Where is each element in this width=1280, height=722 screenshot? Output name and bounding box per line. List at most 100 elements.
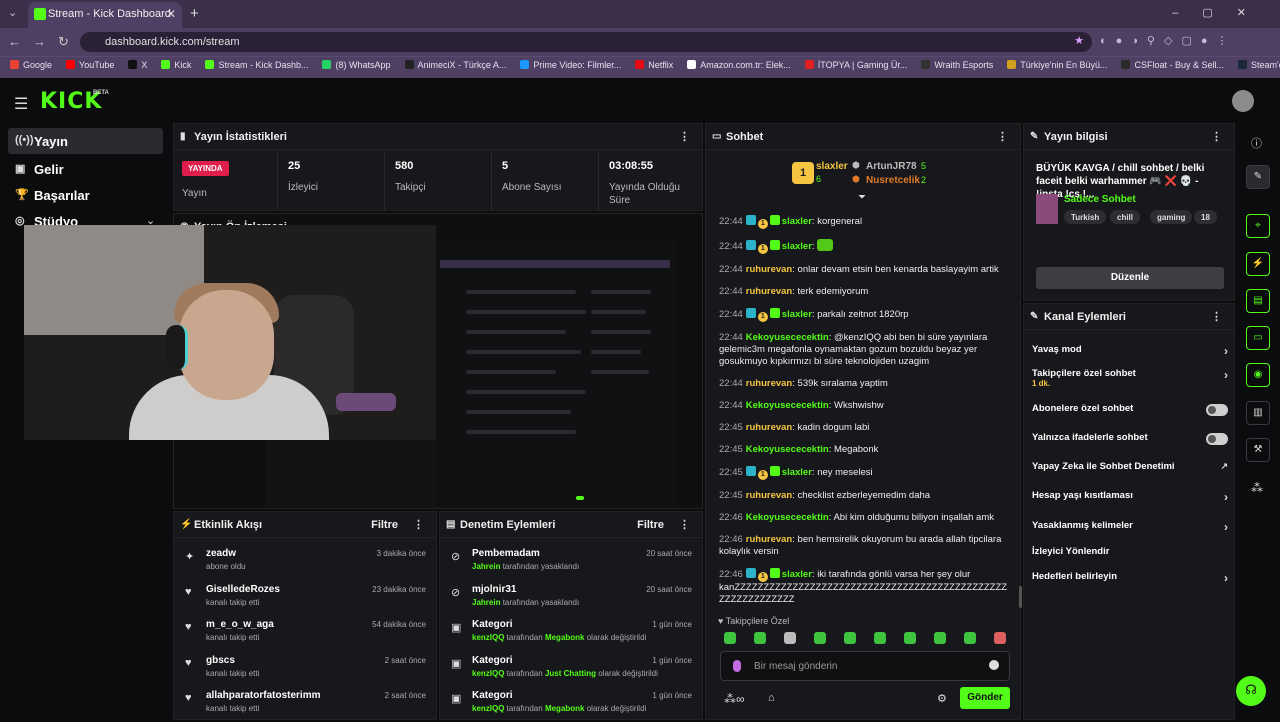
stream-category[interactable]: Sadece Sohbet [1064, 194, 1136, 205]
message-username[interactable]: ruhurevan [746, 534, 792, 545]
chat-scrollbar[interactable] [1019, 586, 1022, 608]
message-username[interactable]: ruhurevan [746, 422, 792, 433]
message-username[interactable]: slaxler [782, 467, 812, 478]
bookmark-item[interactable]: Steam'e Hoş Geldiniz [1238, 60, 1280, 70]
moderator-name[interactable]: kenzIQQ [472, 669, 504, 678]
moderation-subject[interactable]: Kategori [472, 690, 513, 701]
top-gifter-name[interactable]: Nusretcelik [866, 175, 920, 186]
activity-user[interactable]: GiselledeRozes [206, 584, 280, 595]
tab-search-icon[interactable]: ⌄ [8, 6, 17, 19]
toggle-switch[interactable] [1206, 404, 1228, 416]
message-username[interactable]: Kekoyusececektin [746, 400, 829, 411]
shop-icon[interactable]: ⌂ [768, 692, 775, 704]
message-username[interactable]: ruhurevan [746, 490, 792, 501]
emote-icon[interactable] [724, 632, 736, 644]
emote-icon[interactable] [784, 632, 796, 644]
bookmark-item[interactable]: Netflix [635, 60, 673, 70]
message-username[interactable]: ruhurevan [746, 378, 792, 389]
gear-icon[interactable]: ⚙ [937, 692, 947, 705]
moderation-subject[interactable]: mjolnir31 [472, 584, 516, 595]
moderator-name[interactable]: Jahrein [472, 562, 500, 571]
nav-item-yayin[interactable]: ((•)) Yayın [8, 128, 163, 154]
address-bar[interactable]: dashboard.kick.com/stream ★ [80, 32, 1092, 52]
top-gifter-name[interactable]: slaxler [816, 161, 848, 172]
emote-icon[interactable] [904, 632, 916, 644]
bookmark-item[interactable]: İTOPYA | Gaming Ür... [804, 60, 907, 70]
filter-button[interactable]: Filtre [371, 519, 398, 531]
emote-icon[interactable] [994, 632, 1006, 644]
user-avatar[interactable] [1232, 90, 1254, 112]
moderator-name[interactable]: kenzIQQ [472, 633, 504, 642]
channel-action-item[interactable]: Yasaklanmış kelimeler › [1032, 520, 1228, 540]
message-username[interactable]: ruhurevan [746, 264, 792, 275]
bookmark-item[interactable]: Wraith Esports [921, 60, 993, 70]
emote-icon[interactable] [934, 632, 946, 644]
activity-user[interactable]: zeadw [206, 548, 236, 559]
close-tab-icon[interactable]: ✕ [166, 7, 176, 21]
info-icon[interactable]: ⓘ [1251, 135, 1262, 151]
moderation-subject[interactable]: Kategori [472, 655, 513, 666]
bookmark-item[interactable]: YouTube [66, 60, 114, 70]
support-chat-icon[interactable]: ☊ [1236, 676, 1266, 706]
apps-icon[interactable]: ⁂ [1251, 481, 1263, 495]
more-icon[interactable]: ⋮ [679, 130, 690, 143]
channel-action-item[interactable]: Hedefleri belirleyin › [1032, 571, 1228, 591]
wrench-icon[interactable]: ⚒ [1246, 438, 1270, 462]
activity-user[interactable]: gbscs [206, 655, 235, 666]
message-username[interactable]: slaxler [782, 309, 812, 320]
edit-button[interactable]: Düzenle [1036, 267, 1224, 289]
channel-action-item[interactable]: Hesap yaşı kısıtlaması › [1032, 490, 1228, 510]
layout-icon[interactable]: ▥ [1246, 401, 1270, 425]
nav-item-gelir[interactable]: ▣ Gelir [8, 156, 163, 182]
new-tab-icon[interactable]: + [190, 5, 199, 22]
emote-icon[interactable] [844, 632, 856, 644]
target-icon[interactable]: ⌖ [1246, 214, 1270, 238]
channel-action-item[interactable]: Abonelere özel sohbet [1032, 403, 1228, 423]
message-username[interactable]: Kekoyusececektin [746, 444, 829, 455]
channel-action-item[interactable]: Yalnızca ifadelerle sohbet [1032, 432, 1228, 452]
message-username[interactable]: slaxler [782, 216, 812, 227]
more-icon[interactable]: ⋮ [1211, 310, 1222, 323]
category-name[interactable]: Just Chatting [545, 669, 596, 678]
menu-icon[interactable]: ☰ [14, 94, 28, 114]
more-icon[interactable]: ⋮ [679, 518, 690, 531]
more-icon[interactable]: ⋮ [413, 518, 424, 531]
top-gifter-name[interactable]: ArtunJR78 [866, 161, 917, 172]
document-icon[interactable]: ▤ [1246, 289, 1270, 313]
nav-item-basarilar[interactable]: 🏆 Başarılar [8, 182, 163, 208]
bookmark-item[interactable]: Prime Video: Filmler... [520, 60, 621, 70]
broadcast-icon[interactable]: ◉ [1246, 363, 1270, 387]
activity-user[interactable]: m_e_o_w_aga [206, 619, 274, 630]
message-username[interactable]: slaxler [782, 569, 812, 580]
moderator-name[interactable]: Jahrein [472, 598, 500, 607]
pencil-icon[interactable]: ✎ [1246, 165, 1270, 189]
message-username[interactable]: Kekoyusececektin [746, 332, 829, 343]
filter-button[interactable]: Filtre [637, 519, 664, 531]
bookmark-star-icon[interactable]: ★ [1074, 34, 1084, 47]
emote-icon[interactable] [964, 632, 976, 644]
moderation-subject[interactable]: Kategori [472, 619, 513, 630]
extension-icons[interactable]: ◐●◑⚲◇▢●⋮ [1100, 34, 1237, 47]
message-username[interactable]: Kekoyusececektin [746, 512, 829, 523]
kicks-infinity-icon[interactable]: ⁂∞ [724, 692, 745, 706]
send-button[interactable]: Gönder [960, 687, 1010, 709]
bookmark-item[interactable]: Stream - Kick Dashb... [205, 60, 308, 70]
moderator-name[interactable]: kenzIQQ [472, 704, 504, 713]
emote-icon[interactable] [874, 632, 886, 644]
message-username[interactable]: ruhurevan [746, 286, 792, 297]
microphone-icon[interactable] [733, 660, 741, 672]
emote-icon[interactable] [754, 632, 766, 644]
bookmark-item[interactable]: AnimeciX - Türkçe A... [404, 60, 506, 70]
activity-user[interactable]: allahparatorfatosterimm [206, 690, 320, 701]
chat-icon[interactable]: ▭ [1246, 326, 1270, 350]
message-username[interactable]: slaxler [782, 241, 812, 252]
bookmark-item[interactable]: Google [10, 60, 52, 70]
bookmark-item[interactable]: Amazon.com.tr: Elek... [687, 60, 791, 70]
lightning-icon[interactable]: ⚡ [1246, 252, 1270, 276]
moderation-subject[interactable]: Pembemadam [472, 548, 540, 559]
channel-action-item[interactable]: Yapay Zeka ile Sohbet Denetimi ↗ [1032, 461, 1228, 481]
category-name[interactable]: Megabonk [545, 633, 585, 642]
browser-nav-buttons[interactable]: ←→↻ [8, 34, 81, 50]
expand-icon[interactable]: ⏷ [858, 192, 866, 203]
channel-action-item[interactable]: Yavaş mod › [1032, 344, 1228, 364]
